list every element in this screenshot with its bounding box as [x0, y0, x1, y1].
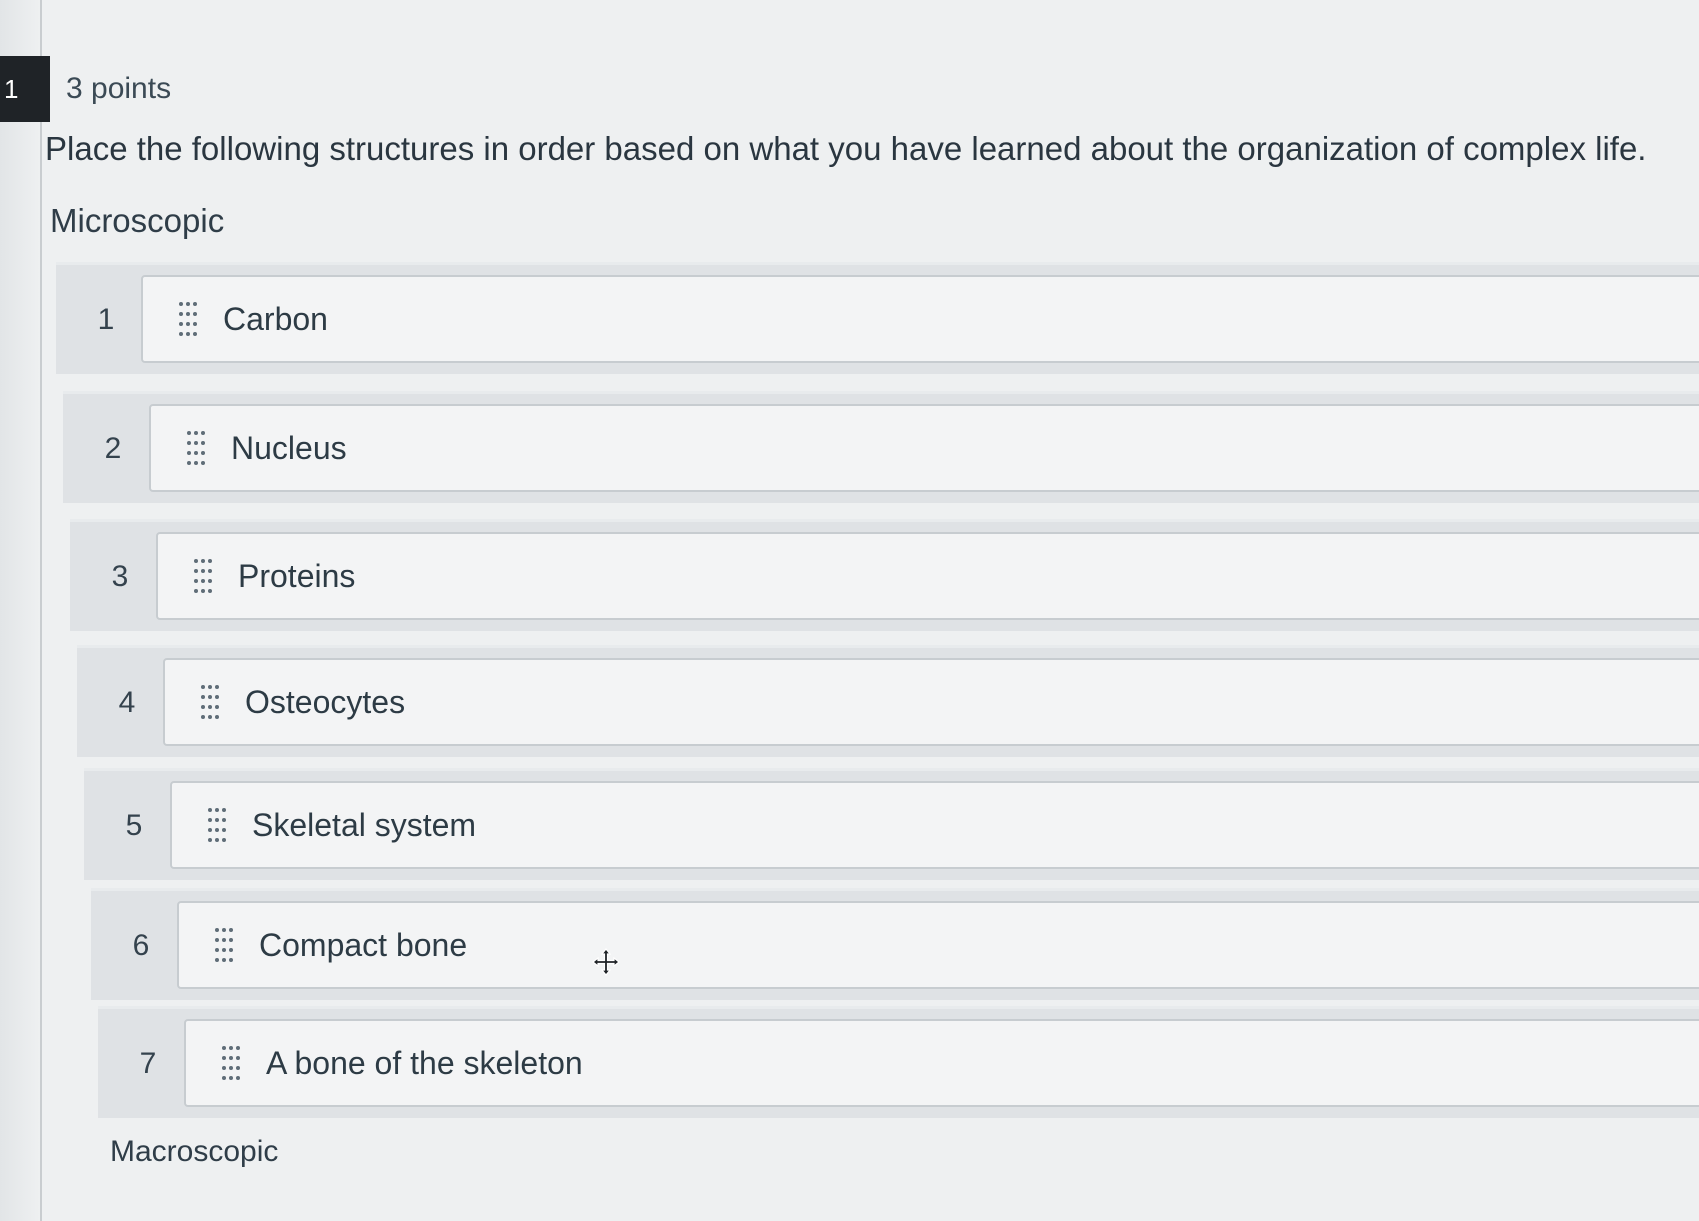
draggable-item-osteocytes[interactable]: Osteocytes: [163, 658, 1699, 746]
row-number: 2: [104, 431, 122, 465]
ordering-row: 4 Osteocytes: [77, 645, 1699, 757]
item-label: Nucleus: [231, 429, 347, 466]
ordering-row: 7 A bone of the skeleton: [98, 1006, 1699, 1118]
ordering-list: 1 Carbon 2 Nucleus 3 Proteins 4 Osteocyt…: [0, 0, 1699, 1221]
draggable-item-nucleus[interactable]: Nucleus: [149, 404, 1699, 492]
ordering-row: 2 Nucleus: [63, 391, 1699, 503]
item-label: Proteins: [238, 557, 356, 594]
item-label: Skeletal system: [252, 806, 477, 843]
drag-handle-icon[interactable]: [208, 808, 226, 842]
item-label: Compact bone: [259, 926, 468, 963]
row-number: 3: [111, 559, 129, 593]
drag-handle-icon[interactable]: [222, 1046, 240, 1080]
ordering-row: 5 Skeletal system: [84, 768, 1699, 880]
ordering-row: 6 Compact bone: [91, 888, 1699, 1000]
item-label: Carbon: [223, 300, 328, 337]
row-number: 6: [132, 928, 150, 962]
item-label: A bone of the skeleton: [266, 1044, 583, 1081]
row-number: 5: [125, 808, 143, 842]
drag-handle-icon[interactable]: [215, 928, 233, 962]
draggable-item-carbon[interactable]: Carbon: [141, 275, 1699, 363]
draggable-item-skeletal-system[interactable]: Skeletal system: [170, 781, 1699, 869]
drag-handle-icon[interactable]: [179, 302, 197, 336]
ordering-row: 1 Carbon: [56, 262, 1699, 374]
drag-handle-icon[interactable]: [201, 685, 219, 719]
drag-handle-icon[interactable]: [187, 431, 205, 465]
draggable-item-proteins[interactable]: Proteins: [156, 532, 1699, 620]
draggable-item-a-bone-of-the-skeleton[interactable]: A bone of the skeleton: [184, 1019, 1699, 1107]
label-macroscopic: Macroscopic: [110, 1135, 279, 1168]
row-number: 1: [97, 302, 115, 336]
drag-handle-icon[interactable]: [194, 559, 212, 593]
item-label: Osteocytes: [245, 683, 406, 720]
draggable-item-compact-bone[interactable]: Compact bone: [177, 901, 1699, 989]
row-number: 7: [139, 1046, 157, 1080]
move-cursor-icon: [592, 948, 620, 976]
ordering-row: 3 Proteins: [70, 519, 1699, 631]
row-number: 4: [118, 685, 136, 719]
